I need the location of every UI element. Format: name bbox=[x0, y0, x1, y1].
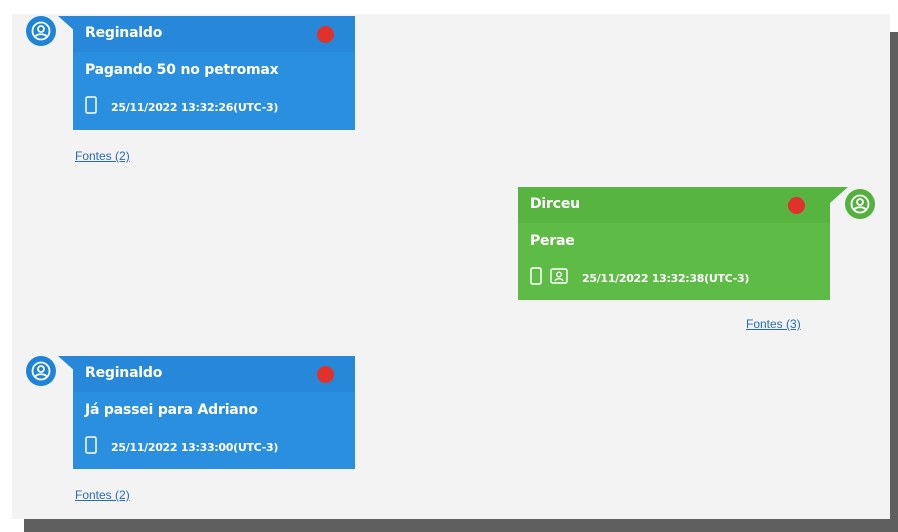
avatar-reginaldo-icon bbox=[26, 16, 56, 46]
panel-shadow-bottom bbox=[24, 519, 898, 532]
message-sender: Dirceu bbox=[530, 196, 580, 212]
status-dot-icon bbox=[788, 197, 805, 214]
message-text: Perae bbox=[530, 233, 575, 249]
message-timestamp: 25/11/2022 13:32:38(UTC-3) bbox=[582, 271, 750, 285]
message-timestamp: 25/11/2022 13:33:00(UTC-3) bbox=[111, 440, 279, 454]
message-sender: Reginaldo bbox=[85, 25, 163, 41]
message-meta: 25/11/2022 13:33:00(UTC-3) bbox=[85, 436, 278, 458]
panel-shadow-right bbox=[890, 32, 898, 532]
status-dot-icon bbox=[317, 26, 334, 43]
sources-link[interactable]: Fontes (2) bbox=[75, 488, 130, 502]
message-meta: 25/11/2022 13:32:26(UTC-3) bbox=[85, 96, 278, 118]
message-bubble[interactable]: Reginaldo Pagando 50 no petromax 25/11/2… bbox=[73, 16, 355, 130]
phone-icon bbox=[530, 267, 542, 289]
contact-card-icon bbox=[550, 267, 568, 289]
message-text: Já passei para Adriano bbox=[85, 402, 258, 418]
phone-icon bbox=[85, 96, 97, 118]
message-meta: 25/11/2022 13:32:38(UTC-3) bbox=[530, 267, 749, 289]
sources-link[interactable]: Fontes (2) bbox=[75, 149, 130, 163]
message-bubble[interactable]: Reginaldo Já passei para Adriano 25/11/2… bbox=[73, 356, 355, 469]
sources-link[interactable]: Fontes (3) bbox=[746, 317, 801, 331]
message-text: Pagando 50 no petromax bbox=[85, 62, 279, 78]
message-bubble[interactable]: Dirceu Perae 25/11/2022 13:32:38(UTC-3) bbox=[518, 187, 830, 300]
message-timestamp: 25/11/2022 13:32:26(UTC-3) bbox=[111, 100, 279, 114]
bubble-tail bbox=[830, 187, 848, 203]
avatar-dirceu-icon bbox=[845, 189, 875, 219]
message-sender: Reginaldo bbox=[85, 365, 163, 381]
status-dot-icon bbox=[317, 366, 334, 383]
phone-icon bbox=[85, 436, 97, 458]
avatar-reginaldo-icon bbox=[26, 356, 56, 386]
